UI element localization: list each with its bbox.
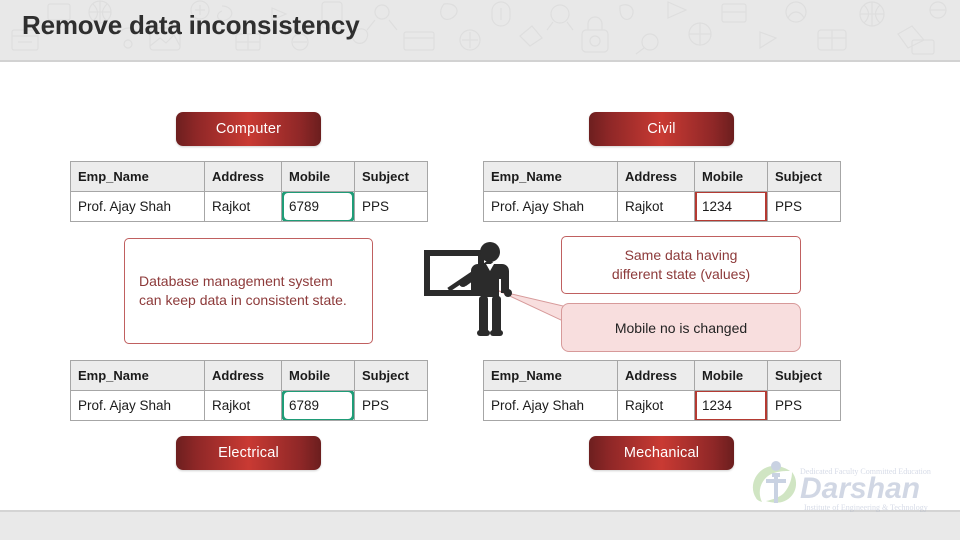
dept-label-electrical: Electrical [176,436,321,470]
column-header-mobile: Mobile [694,360,768,391]
column-header-emp-name: Emp_Name [70,360,205,391]
cell-subject: PPS [767,390,841,421]
column-header-address: Address [617,360,695,391]
callout-same-data-line-2: different state (values) [611,266,751,282]
svg-text:Institute of Engineering & Tec: Institute of Engineering & Technology [804,503,928,512]
column-header-emp-name: Emp_Name [483,360,618,391]
darshan-institute-logo-watermark: Dedicated Faculty Committed Education Da… [752,461,931,512]
dept-label-mechanical: Mechanical [589,436,734,470]
column-header-mobile: Mobile [694,161,768,192]
dept-label-civil: Civil [589,112,734,146]
cell-subject: PPS [354,390,428,421]
cell-emp-name: Prof. Ajay Shah [70,390,205,421]
cell-address: Rajkot [617,390,695,421]
cell-address: Rajkot [617,191,695,222]
slide: Remove data inconsistency Computer Civil… [0,0,960,540]
column-header-emp-name: Emp_Name [70,161,205,192]
cell-subject: PPS [354,191,428,222]
column-header-emp-name: Emp_Name [483,161,618,192]
column-header-mobile: Mobile [281,161,355,192]
table-computer: Emp_Name Address Mobile Subject Prof. Aj… [70,161,428,222]
cell-address: Rajkot [204,191,282,222]
table-civil: Emp_Name Address Mobile Subject Prof. Aj… [483,161,841,222]
cell-mobile-highlighted: 1234 [694,390,768,421]
table-mechanical: Emp_Name Address Mobile Subject Prof. Aj… [483,360,841,421]
table-row: Prof. Ajay Shah Rajkot 1234 PPS [483,390,841,421]
table-header-row: Emp_Name Address Mobile Subject [483,161,841,192]
column-header-subject: Subject [354,161,428,192]
table-row: Prof. Ajay Shah Rajkot 6789 PPS [70,191,428,222]
column-header-subject: Subject [767,161,841,192]
cell-mobile-highlighted: 6789 [281,191,355,222]
header-divider [0,60,960,62]
column-header-subject: Subject [354,360,428,391]
table-electrical: Emp_Name Address Mobile Subject Prof. Aj… [70,360,428,421]
cell-subject: PPS [767,191,841,222]
callout-mobile-no-changed: Mobile no is changed [561,303,801,352]
slide-footer: Prof. Firoz A Sherasiya #3130703 (DBMS) … [0,512,960,540]
column-header-mobile: Mobile [281,360,355,391]
dept-label-computer: Computer [176,112,321,146]
column-header-address: Address [617,161,695,192]
table-header-row: Emp_Name Address Mobile Subject [70,360,428,391]
column-header-subject: Subject [767,360,841,391]
table-header-row: Emp_Name Address Mobile Subject [70,161,428,192]
table-row: Prof. Ajay Shah Rajkot 1234 PPS [483,191,841,222]
column-header-address: Address [204,161,282,192]
table-header-row: Emp_Name Address Mobile Subject [483,360,841,391]
cell-mobile-highlighted: 6789 [281,390,355,421]
callout-same-data-different-state: Same data having different state (values… [561,236,801,294]
cell-emp-name: Prof. Ajay Shah [483,191,618,222]
callout-dbms-consistent-state: Database management system can keep data… [124,238,373,344]
table-row: Prof. Ajay Shah Rajkot 6789 PPS [70,390,428,421]
cell-emp-name: Prof. Ajay Shah [70,191,205,222]
cell-emp-name: Prof. Ajay Shah [483,390,618,421]
cell-address: Rajkot [204,390,282,421]
cell-mobile-highlighted: 1234 [694,191,768,222]
teacher-pointing-at-board-icon [424,242,512,336]
slide-header: Remove data inconsistency [0,0,960,62]
callout-same-data-line-1: Same data having [624,247,738,263]
page-title: Remove data inconsistency [22,10,360,40]
svg-text:Darshan: Darshan [800,472,920,505]
column-header-address: Address [204,360,282,391]
